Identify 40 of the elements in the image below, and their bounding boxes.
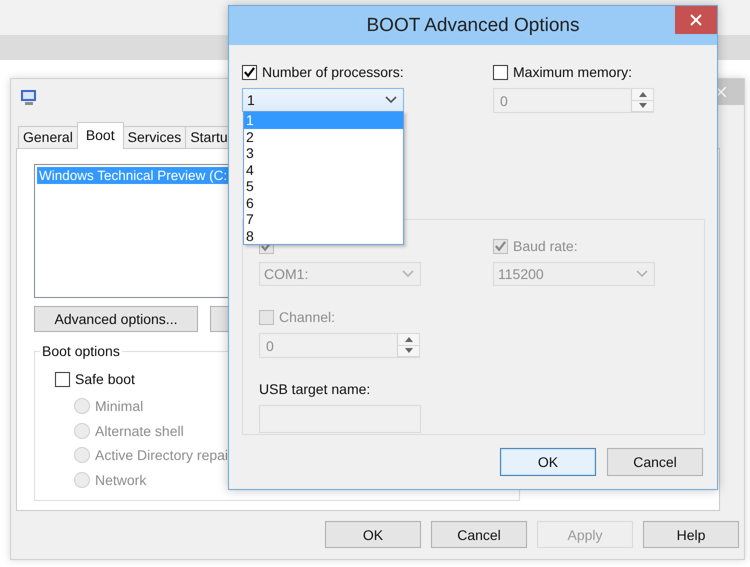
tab[interactable]: Boot — [76, 122, 124, 149]
radio-label: Minimal — [95, 398, 144, 414]
checkbox[interactable] — [242, 64, 257, 80]
chevron-down-icon — [385, 96, 397, 104]
dropdown-option[interactable]: 6 — [244, 194, 403, 211]
radio-label: Alternate shell — [95, 422, 184, 439]
dropdown-option[interactable]: 7 — [244, 211, 403, 228]
checkbox-label: Safe boot — [75, 371, 135, 387]
dialog-button[interactable]: Cancel — [431, 521, 527, 548]
dialog-button[interactable]: Help — [643, 521, 739, 548]
dropdown[interactable]: 1 — [242, 88, 404, 112]
window-title: BOOT Advanced Options — [366, 14, 580, 36]
dropdown-option[interactable]: 3 — [244, 145, 403, 162]
checkbox[interactable] — [55, 372, 70, 386]
group-label: Boot options — [40, 343, 122, 359]
close-icon — [716, 87, 726, 97]
checkbox-label: Maximum memory: — [513, 64, 632, 80]
radio-label: Active Directory repai — [95, 447, 228, 464]
checkbox-label: Number of processors: — [262, 64, 404, 80]
close-icon — [690, 14, 702, 26]
checkbox-label: Baud rate: — [513, 238, 578, 254]
advanced-options-button[interactable]: Advanced options... — [34, 306, 198, 332]
checkbox-label: Channel: — [279, 309, 336, 325]
checkbox[interactable] — [493, 64, 508, 80]
computer-icon — [20, 88, 38, 106]
dialog-button[interactable]: OK — [325, 521, 421, 548]
chevron-down-icon — [636, 270, 648, 278]
dropdown-option[interactable]: 8 — [244, 228, 403, 244]
spin-buttons[interactable] — [397, 334, 419, 357]
field-label: USB target name: — [259, 380, 372, 398]
close-button[interactable] — [675, 6, 717, 34]
dialog-button[interactable]: OK — [500, 448, 596, 476]
dialog-button[interactable]: Cancel — [607, 448, 703, 476]
tab[interactable]: General — [18, 126, 78, 148]
radio-label: Network — [95, 472, 146, 488]
spin-buttons[interactable] — [631, 89, 653, 112]
dropdown-option[interactable]: 5 — [244, 178, 403, 194]
dropdown-option[interactable]: 2 — [244, 128, 403, 145]
chevron-down-icon — [402, 270, 414, 278]
dropdown-option[interactable]: 4 — [244, 162, 403, 178]
